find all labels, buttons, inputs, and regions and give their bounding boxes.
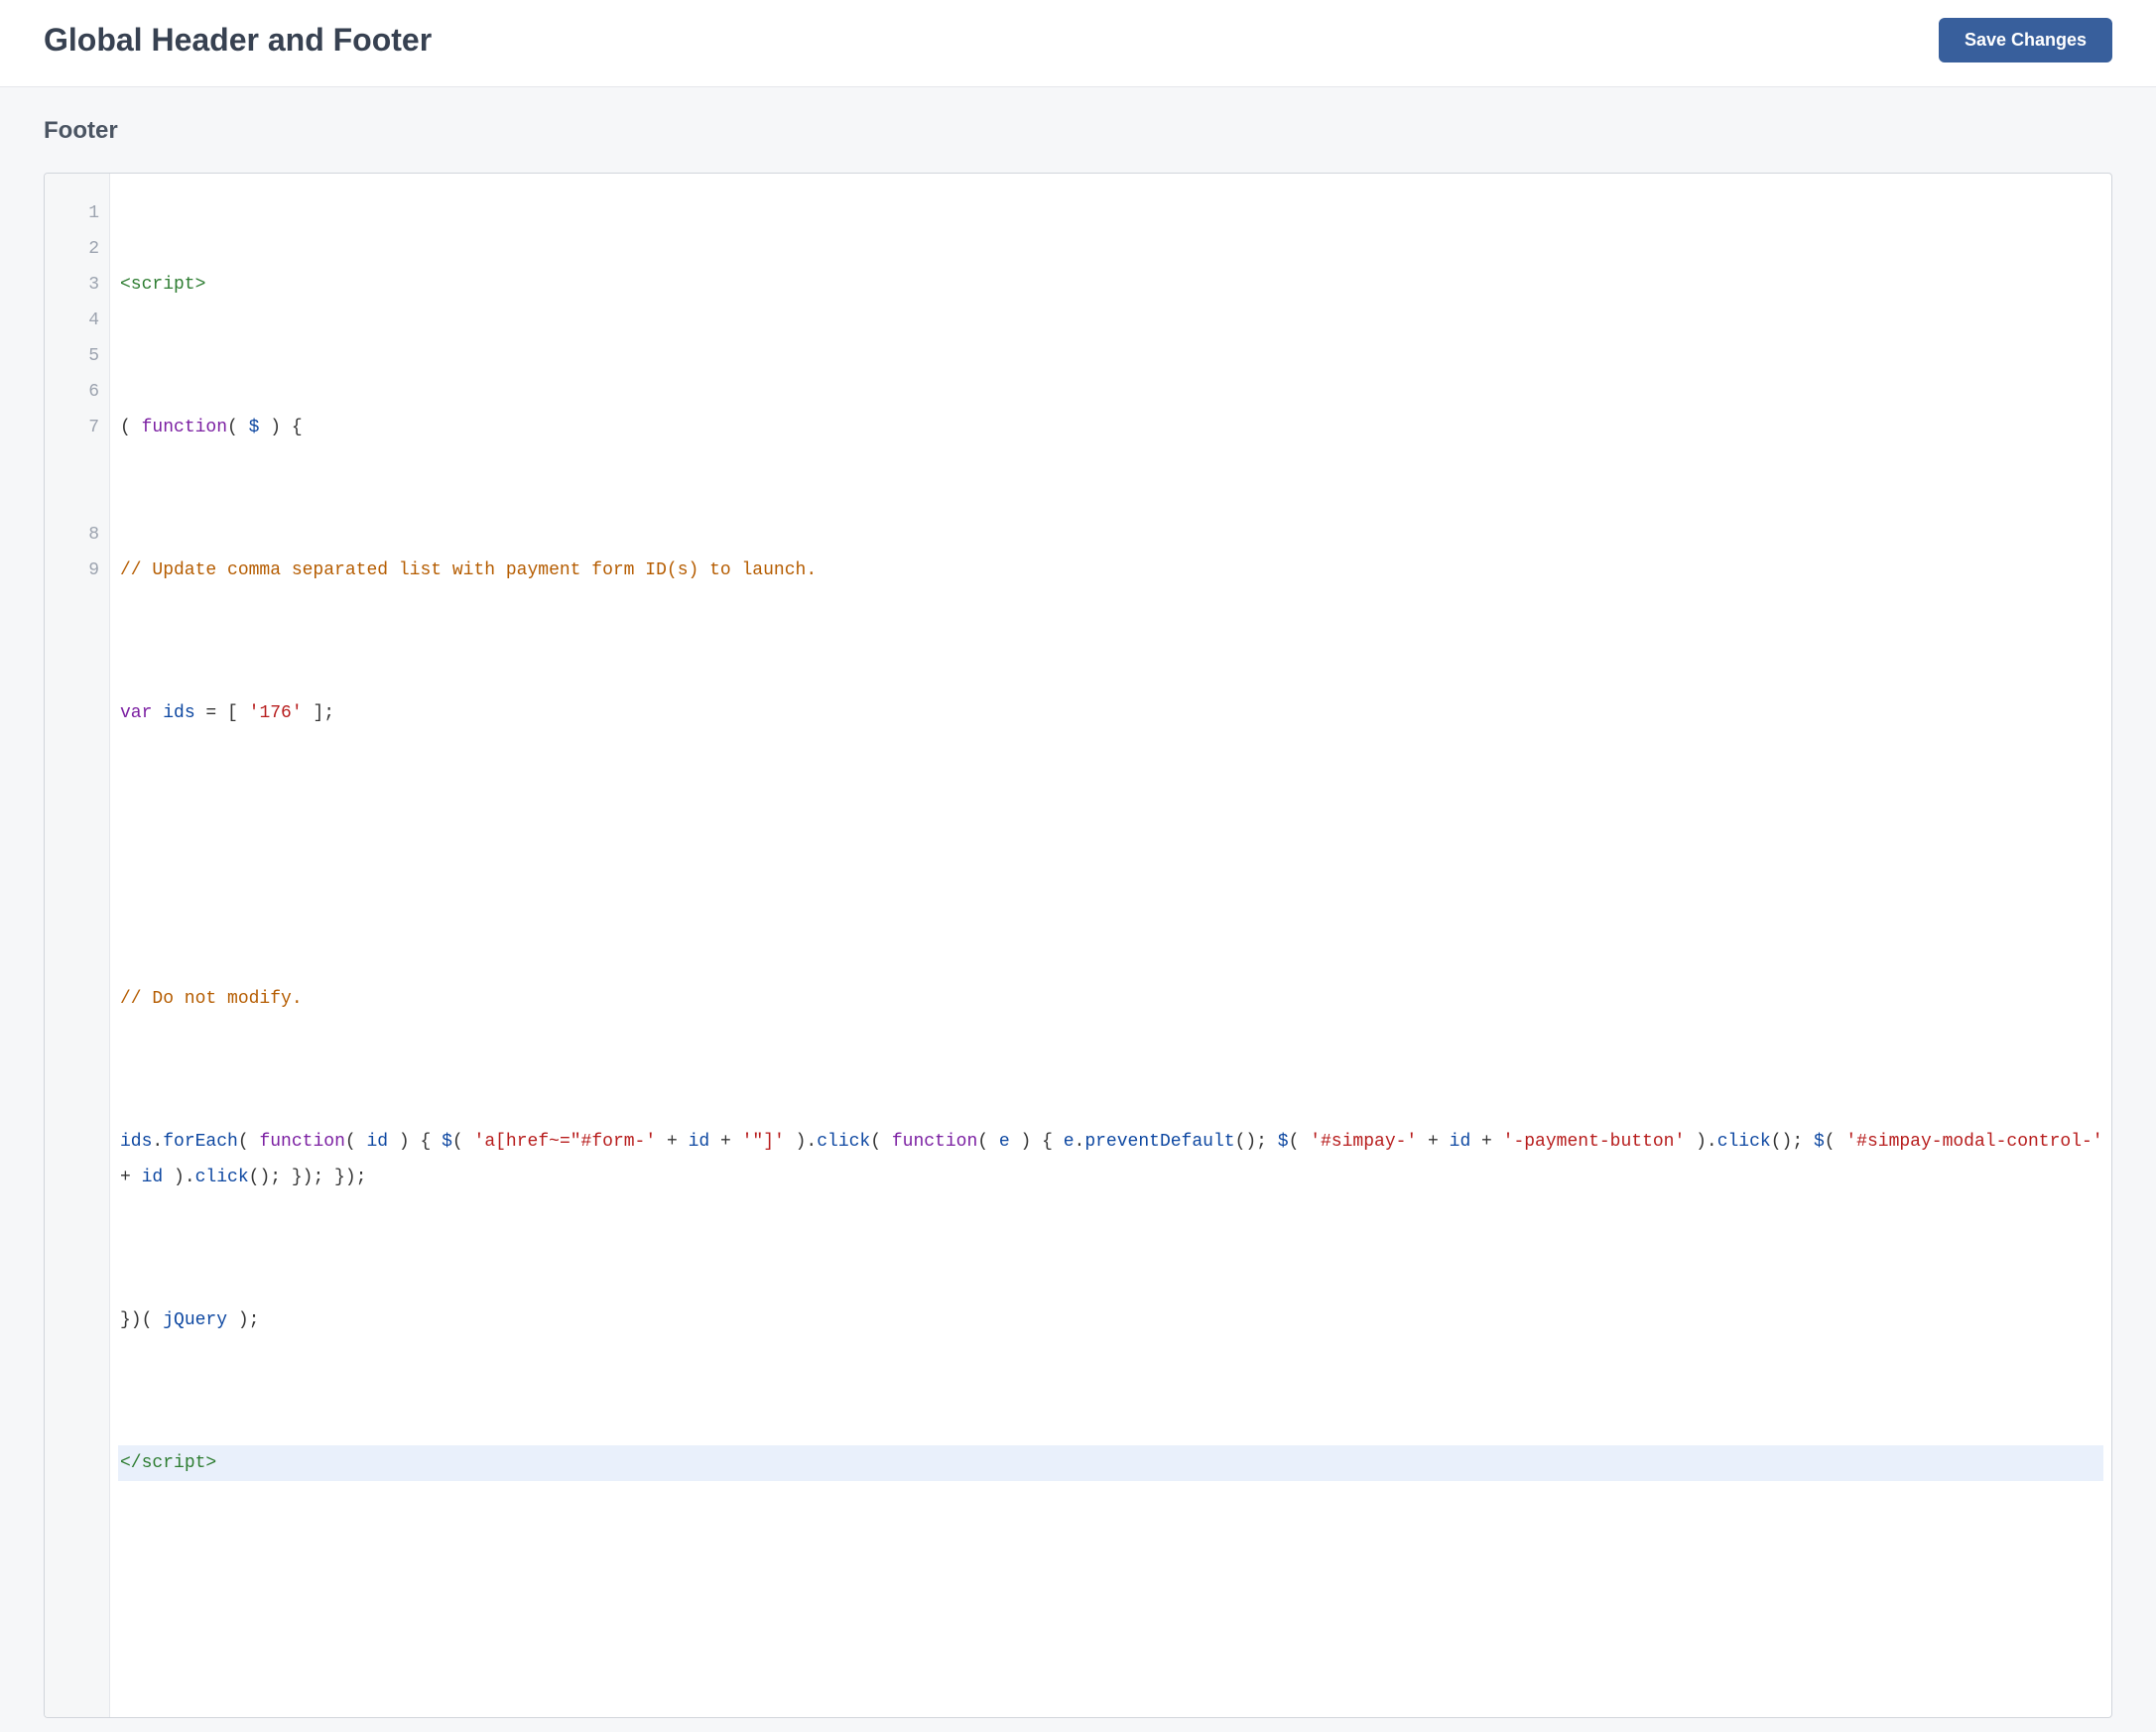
- line-number: 3: [45, 267, 99, 303]
- line-number: 7: [45, 410, 99, 445]
- code-line: // Update comma separated list with paym…: [118, 553, 2103, 588]
- line-number: 2: [45, 231, 99, 267]
- line-number: 1: [45, 195, 99, 231]
- header-bar: Global Header and Footer Save Changes: [0, 0, 2156, 87]
- line-number: 9: [45, 553, 99, 588]
- code-area[interactable]: <script> ( function( $ ) { // Update com…: [110, 174, 2111, 1717]
- code-line: [118, 838, 2103, 874]
- code-line: // Do not modify.: [118, 981, 2103, 1017]
- code-line-active: </script>: [118, 1445, 2103, 1481]
- editor-padding: [118, 1588, 2103, 1624]
- content-area: Footer 1 2 3 4 5 6 7 8 9 <script> ( func…: [0, 87, 2156, 1732]
- line-number: 5: [45, 338, 99, 374]
- line-number-wrap-spacer: [45, 445, 99, 517]
- line-number: 6: [45, 374, 99, 410]
- save-changes-button[interactable]: Save Changes: [1939, 18, 2112, 62]
- code-line: ( function( $ ) {: [118, 410, 2103, 445]
- page-title: Global Header and Footer: [44, 22, 432, 59]
- section-title-footer: Footer: [44, 117, 2112, 145]
- code-line: var ids = [ '176' ];: [118, 695, 2103, 731]
- line-number: 4: [45, 303, 99, 338]
- code-line: <script>: [118, 267, 2103, 303]
- code-line: })( jQuery );: [118, 1302, 2103, 1338]
- code-line: ids.forEach( function( id ) { $( 'a[href…: [118, 1124, 2103, 1195]
- code-gutter: 1 2 3 4 5 6 7 8 9: [45, 174, 110, 1717]
- line-number: 8: [45, 517, 99, 553]
- code-editor[interactable]: 1 2 3 4 5 6 7 8 9 <script> ( function( $…: [44, 173, 2112, 1718]
